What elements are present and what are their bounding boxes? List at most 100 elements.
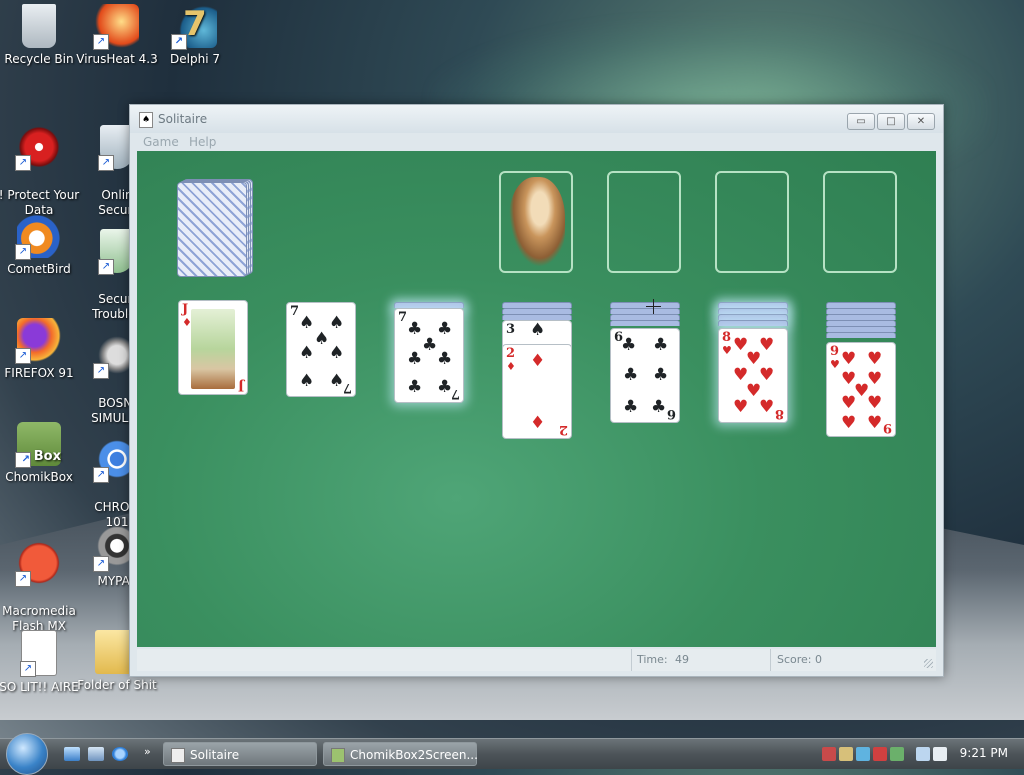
status-separator (770, 649, 771, 671)
card-pip: ♠ (314, 329, 330, 349)
card-pip: ♣ (407, 377, 423, 397)
solitaire-task-icon (171, 748, 185, 763)
card-pip: ♦ (530, 413, 546, 433)
score-label: Score: 0 (777, 653, 823, 666)
taskbar-button-solitaire[interactable]: Solitaire (163, 742, 317, 766)
card-pip: ♣ (621, 335, 637, 355)
status-bar: Time: 49 Score: 0 (137, 649, 936, 671)
card-pip: ♥ (867, 369, 883, 389)
flash-icon: ↗ (15, 541, 61, 587)
desktop-icon-label: Delphi 7 (170, 52, 220, 66)
taskbar-button-label: ChomikBox2Screen... (350, 748, 478, 762)
card-pip: ♠ (329, 313, 345, 333)
card-rank: 7 (342, 380, 352, 395)
taskbar-button-label: Solitaire (190, 748, 240, 762)
card-pip: ♣ (653, 365, 669, 385)
card-pip: ♥ (841, 393, 857, 413)
start-button[interactable] (6, 733, 48, 775)
card-pip: ♠ (530, 320, 546, 340)
time-value: 49 (675, 653, 689, 666)
shortcut-arrow-icon: ↗ (15, 155, 31, 171)
card-pip: ♣ (422, 335, 438, 355)
foundation-slot-3[interactable] (715, 171, 789, 273)
card-pip: ♣ (651, 397, 667, 417)
hamster-image (509, 177, 565, 267)
card-back-edge (718, 320, 788, 326)
card-pip: ♥ (733, 397, 749, 417)
tableau-card[interactable]: 6 ♣ ♣ ♣ ♣ ♣ ♣ 6 (610, 328, 680, 423)
shortcut-arrow-icon: ↗ (98, 155, 114, 171)
card-pip: ♠ (329, 343, 345, 363)
taskbar-button-chomikbox[interactable]: ChomikBox2Screen... (323, 742, 478, 766)
menu-bar: Game Help (130, 133, 943, 153)
clock[interactable]: 9:21 PM (960, 746, 1008, 760)
card-pip: ♥ (867, 349, 883, 369)
solitaire-window: ♠ Solitaire ▭ □ ✕ Game Help J ♦ J 7 ♠ ♠ … (129, 104, 944, 677)
desktop-icon-delphi[interactable]: 7 ↗ Delphi 7 (150, 4, 240, 67)
card-rank: 8 (722, 330, 732, 345)
title-bar[interactable]: ♠ Solitaire ▭ □ ✕ (130, 105, 943, 133)
tableau-card[interactable]: J ♦ J (178, 300, 248, 395)
stock-pile[interactable] (177, 177, 255, 277)
resize-grip-icon[interactable] (924, 659, 933, 668)
chomikbox-task-icon (331, 748, 345, 763)
shortcut-arrow-icon: ↗ (15, 452, 31, 468)
close-button[interactable]: ✕ (907, 113, 935, 130)
card-rank: 6 (666, 406, 676, 421)
card-back-edge (610, 320, 680, 326)
menu-help[interactable]: Help (189, 135, 216, 149)
card-suit: ♥ (830, 358, 840, 371)
card-pip: ♠ (299, 343, 315, 363)
card-pip: ♥ (759, 397, 775, 417)
tray-app-icon[interactable] (822, 747, 836, 761)
card-back-edge (826, 332, 896, 338)
card-rank: 9 (830, 344, 840, 359)
tray-app-icon[interactable] (856, 747, 870, 761)
maximize-button[interactable]: □ (877, 113, 905, 130)
recycle-bin-icon (22, 4, 56, 48)
minimize-button[interactable]: ▭ (847, 113, 875, 130)
internet-explorer-icon[interactable] (112, 747, 128, 761)
card-rank: J (237, 378, 244, 393)
card-pip: ♣ (437, 349, 453, 369)
tray-app-icon[interactable] (890, 747, 904, 761)
switch-windows-icon[interactable] (88, 747, 104, 761)
card-pip: ♥ (841, 413, 857, 433)
card-back (177, 182, 247, 277)
shortcut-arrow-icon: ↗ (93, 556, 109, 572)
card-rank: 9 (882, 420, 892, 435)
card-pip: ♥ (759, 365, 775, 385)
desktop-icon-label: VirusHeat 4.3 (76, 52, 158, 66)
card-pip: ♥ (867, 413, 883, 433)
tableau-card[interactable]: 2 ♦ ♦ ♦ 2 (502, 344, 572, 439)
eye-icon: ↗ (15, 125, 61, 171)
crosshair-cursor-icon (646, 299, 661, 314)
card-pip: ♣ (623, 397, 639, 417)
card-rank: 8 (774, 406, 784, 421)
menu-game[interactable]: Game (143, 135, 179, 149)
desktop-icon-virusheat[interactable]: ↗ VirusHeat 4.3 (72, 4, 162, 67)
card-suit: ♦ (506, 360, 516, 373)
foundation-slot-4[interactable] (823, 171, 897, 273)
tray-app-icon[interactable] (839, 747, 853, 761)
card-pip: ♦ (530, 351, 546, 371)
card-pip: ♥ (841, 349, 857, 369)
shortcut-arrow-icon: ↗ (93, 467, 109, 483)
foundation-slot-2[interactable] (607, 171, 681, 273)
tableau-card[interactable]: 7 ♣ ♣ ♣ ♣ ♣ ♣ ♣ 7 (394, 308, 464, 403)
show-desktop-icon[interactable] (64, 747, 80, 761)
card-pip: ♣ (407, 319, 423, 339)
tray-app-icon[interactable] (873, 747, 887, 761)
card-rank: 7 (398, 310, 408, 325)
volume-muted-icon[interactable] (933, 747, 947, 761)
foundation-slot-1[interactable] (499, 171, 573, 273)
system-tray: 9:21 PM (818, 739, 1024, 769)
card-rank: J (182, 302, 189, 317)
shortcut-arrow-icon: ↗ (93, 363, 109, 379)
quick-launch-chevron[interactable]: » (144, 745, 151, 758)
network-icon[interactable] (916, 747, 930, 761)
tableau-card[interactable]: 7 ♠ ♠ ♠ ♠ ♠ ♠ ♠ 7 (286, 302, 356, 397)
tableau-card[interactable]: 8 ♥ ♥ ♥ ♥ ♥ ♥ ♥ ♥ ♥ 8 (718, 328, 788, 423)
card-pip: ♠ (299, 371, 315, 391)
tableau-card[interactable]: 9 ♥ ♥ ♥ ♥ ♥ ♥ ♥ ♥ ♥ ♥ 9 (826, 342, 896, 437)
